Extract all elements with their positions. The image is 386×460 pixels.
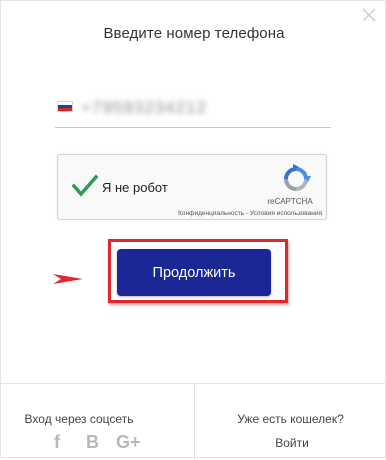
phone-field[interactable] <box>55 91 331 128</box>
red-arrow-icon <box>53 274 83 284</box>
wallet-question: Уже есть кошелек? <box>237 412 344 426</box>
close-icon[interactable] <box>361 7 377 23</box>
checkmark-icon[interactable] <box>72 174 98 198</box>
recaptcha-brand: reCAPTCHA <box>267 197 313 206</box>
social-login-title: Вход через соцсеть <box>24 412 134 426</box>
vk-icon[interactable]: В <box>86 431 99 453</box>
dialog-title: Введите номер телефона <box>103 25 285 42</box>
phone-input[interactable] <box>81 95 301 121</box>
facebook-icon[interactable]: f <box>54 431 60 453</box>
recaptcha-logo-icon <box>284 164 311 191</box>
russia-flag-icon[interactable] <box>57 101 73 112</box>
captcha-label: Я не робот <box>102 180 168 195</box>
continue-button[interactable]: Продолжить <box>117 249 271 296</box>
recaptcha-widget: Я не робот reCAPTCHA Конфиденциальность … <box>57 154 327 220</box>
footer: Вход через соцсеть f В G+ Уже есть кошел… <box>1 383 386 460</box>
google-plus-icon[interactable]: G+ <box>116 431 141 453</box>
login-dialog: Введите номер телефона Я не робот reCAPT… <box>0 0 386 460</box>
login-link[interactable]: Войти <box>259 436 325 450</box>
social-icons: f В G+ <box>48 431 148 453</box>
recaptcha-links[interactable]: Конфиденциальность - Условия использован… <box>150 210 322 217</box>
